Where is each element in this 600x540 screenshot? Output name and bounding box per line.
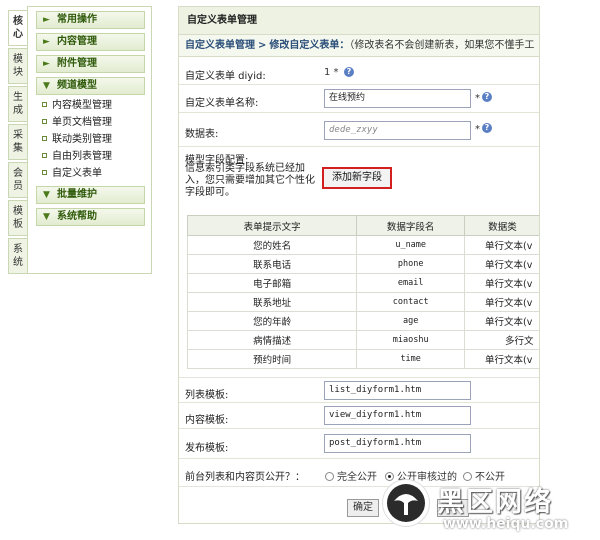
side-tab-collect[interactable]: 采集 (8, 124, 28, 160)
post-template-input[interactable]: post_diyform1.htm (324, 434, 471, 453)
bullet-icon (42, 153, 47, 158)
channel-model-submenu: 内容模型管理 单页文档管理 联动类别管理 自由列表管理 自定义表单 (42, 97, 151, 182)
radio-icon (325, 472, 334, 481)
bullet-icon (42, 136, 47, 141)
table-row[interactable]: 电子邮箱 email 单行文本(v (186, 273, 539, 293)
data-table-label: 数据表: (185, 129, 219, 140)
bullet-icon (42, 119, 47, 124)
breadcrumb-link-form-manage[interactable]: 自定义表单管理 (185, 40, 255, 51)
view-template-row: 内容模板: view_diyform1.htm (179, 403, 539, 429)
view-template-input[interactable]: view_diyform1.htm (324, 406, 471, 425)
required-mark: * (475, 124, 480, 135)
menu-group-label: 系统帮助 (57, 211, 97, 222)
help-icon[interactable]: ? (482, 92, 492, 102)
table-row[interactable]: 联系地址 contact 单行文本(v (186, 292, 539, 312)
view-template-label: 内容模板: (185, 415, 229, 426)
expand-arrow-icon: ► (43, 37, 50, 47)
table-row[interactable]: 病情描述 miaoshu 多行文 (186, 330, 539, 350)
breadcrumb-separator: > (258, 40, 267, 51)
menu-group-help[interactable]: ▼ 系统帮助 (36, 208, 145, 226)
menu-group-content[interactable]: ► 内容管理 (36, 33, 145, 51)
radio-public-all[interactable]: 完全公开 (325, 468, 377, 483)
side-tab-member[interactable]: 会员 (8, 162, 28, 198)
post-template-row: 发布模板: post_diyform1.htm (179, 429, 539, 459)
menu-group-attachment[interactable]: ► 附件管理 (36, 55, 145, 73)
menu-group-label: 频道模型 (57, 80, 97, 91)
bullet-icon (42, 170, 47, 175)
diyid-label: 自定义表单 diyid: (185, 71, 266, 82)
diyid-row: 自定义表单 diyid: 1 * ? (179, 59, 539, 85)
sidebar-menu: ► 常用操作 ► 内容管理 ► 附件管理 ▼ 频道模型 内容模型管理 单页文档管… (27, 6, 152, 274)
page-title: 自定义表单管理 (179, 7, 539, 35)
main-panel: 自定义表单管理 自定义表单管理 > 修改自定义表单：（修改表名不会创建新表，如果您不… (178, 6, 540, 524)
menu-item-linkage-category[interactable]: 联动类别管理 (42, 131, 151, 148)
side-tab-module[interactable]: 模块 (8, 48, 28, 84)
column-header-field-name: 数据字段名 (356, 215, 466, 236)
add-field-button[interactable]: 添加新字段 (322, 167, 392, 189)
menu-group-label: 批量维护 (57, 189, 97, 200)
data-table-row: 数据表: dede_zxyy * ? (179, 113, 539, 147)
watermark-text: 黑区网络 (437, 487, 553, 518)
fields-table-header: 表单提示文字 数据字段名 数据类 (186, 215, 539, 236)
menu-item-single-page[interactable]: 单页文档管理 (42, 114, 151, 131)
help-icon[interactable]: ? (482, 123, 492, 133)
table-row[interactable]: 您的姓名 u_name 单行文本(v (186, 235, 539, 255)
required-mark: * (475, 93, 480, 104)
form-name-input[interactable]: 在线预约 (324, 89, 471, 108)
collapse-arrow-icon: ▼ (43, 190, 50, 200)
fields-table: 表单提示文字 数据字段名 数据类 您的姓名 u_name 单行文本(v 联系电话 ph… (186, 215, 539, 369)
data-table-input[interactable]: dede_zxyy (324, 121, 471, 140)
help-icon[interactable]: ? (344, 67, 354, 77)
menu-group-label: 常用操作 (57, 14, 97, 25)
menu-item-custom-form[interactable]: 自定义表单 (42, 165, 151, 182)
side-tab-core[interactable]: 核心 (8, 10, 28, 46)
watermark-url: www.heiqu.com (443, 516, 569, 532)
menu-group-channel-model[interactable]: ▼ 频道模型 (36, 77, 145, 95)
public-option-label: 前台列表和内容页公开？： (185, 472, 305, 483)
breadcrumb-current: 修改自定义表单： (269, 40, 350, 51)
side-tab-generate[interactable]: 生成 (8, 86, 28, 122)
form-name-label: 自定义表单名称: (185, 98, 259, 109)
watermark-logo-icon (383, 480, 429, 526)
side-tab-bar: 核心 模块 生成 采集 会员 模板 系统 (8, 10, 28, 276)
collapse-arrow-icon: ▼ (43, 212, 50, 222)
menu-item-free-list[interactable]: 自由列表管理 (42, 148, 151, 165)
form-name-row: 自定义表单名称: 在线预约 * ? (179, 85, 539, 113)
side-tab-system[interactable]: 系统 (8, 238, 28, 274)
side-tab-template[interactable]: 模板 (8, 200, 28, 236)
watermark: 黑区网络 www.heiqu.com (383, 480, 595, 536)
list-template-label: 列表模板: (185, 390, 229, 401)
post-template-label: 发布模板: (185, 443, 229, 454)
table-row[interactable]: 您的年龄 age 单行文本(v (186, 311, 539, 331)
menu-group-batch[interactable]: ▼ 批量维护 (36, 186, 145, 204)
diyid-value: 1 * (324, 67, 339, 78)
list-template-row: 列表模板: list_diyform1.htm (179, 377, 539, 403)
breadcrumb: 自定义表单管理 > 修改自定义表单：（修改表名不会创建新表，如果您不懂手工 (179, 35, 539, 57)
expand-arrow-icon: ► (43, 59, 50, 69)
list-template-input[interactable]: list_diyform1.htm (324, 381, 471, 400)
screen: 核心 模块 生成 采集 会员 模板 系统 ► 常用操作 ► 内容管理 ► 附件管… (0, 0, 600, 540)
column-header-prompt: 表单提示文字 (186, 215, 358, 236)
breadcrumb-note: （修改表名不会创建新表，如果您不懂手工 (349, 40, 535, 51)
menu-group-common[interactable]: ► 常用操作 (36, 11, 145, 29)
table-row[interactable]: 联系电话 phone 单行文本(v (186, 254, 539, 274)
collapse-arrow-icon: ▼ (43, 81, 50, 91)
menu-item-content-model[interactable]: 内容模型管理 (42, 97, 151, 114)
bullet-icon (42, 102, 47, 107)
menu-group-label: 附件管理 (57, 58, 97, 69)
confirm-button[interactable]: 确定 (347, 499, 379, 517)
column-header-data-type: 数据类 (464, 215, 539, 236)
table-row[interactable]: 预约时间 time 单行文本(v (186, 349, 539, 369)
field-config-desc: 信息索引类字段系统已经加入，您只需要增加其它个性化字段即可。 (185, 163, 315, 198)
menu-group-label: 内容管理 (57, 36, 97, 47)
expand-arrow-icon: ► (43, 15, 50, 25)
